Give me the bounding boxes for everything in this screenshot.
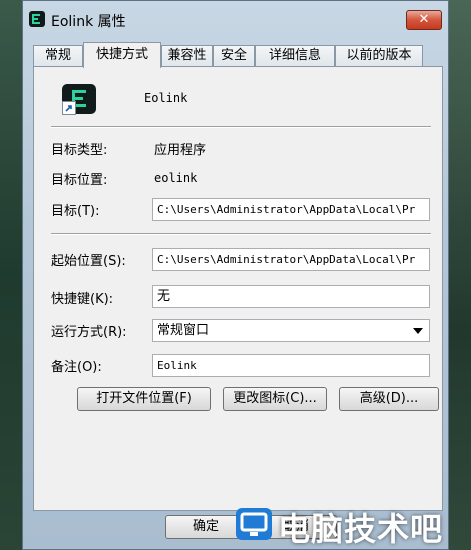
- comment-label: 备注(O):: [51, 360, 102, 375]
- tab-shortcut[interactable]: 快捷方式: [83, 42, 161, 68]
- chevron-down-icon: [413, 328, 423, 334]
- shortcut-arrow-icon: [62, 101, 76, 115]
- desktop-background-right: [449, 0, 471, 550]
- title-bar: Eolink 属性 ✕: [23, 1, 448, 37]
- comment-field[interactable]: Eolink: [152, 354, 430, 377]
- target-label: 目标(T):: [51, 204, 100, 219]
- open-file-location-button[interactable]: 打开文件位置(F): [77, 387, 211, 411]
- change-icon-button[interactable]: 更改图标(C)...: [223, 387, 327, 411]
- hotkey-label: 快捷键(K):: [51, 292, 114, 307]
- separator: [51, 233, 431, 235]
- eolink-app-icon: [29, 11, 45, 27]
- tab-general[interactable]: 常规: [33, 45, 83, 67]
- run-select[interactable]: 常规窗口: [152, 319, 430, 342]
- start-in-field[interactable]: C:\Users\Administrator\AppData\Local\Pr: [152, 248, 430, 271]
- site-watermark: 电脑技术吧: [236, 498, 471, 550]
- properties-dialog: Eolink 属性 ✕ 常规 快捷方式 兼容性 安全 详细信息 以前的版本 Eo…: [22, 0, 449, 550]
- run-selected-value: 常规窗口: [157, 323, 210, 338]
- tab-details[interactable]: 详细信息: [255, 45, 335, 67]
- tab-strip: 常规 快捷方式 兼容性 安全 详细信息 以前的版本: [33, 42, 443, 68]
- ok-button[interactable]: 确定: [165, 515, 247, 539]
- tab-compatibility[interactable]: 兼容性: [161, 45, 213, 67]
- window-title: Eolink 属性: [51, 14, 126, 30]
- hotkey-field[interactable]: 无: [152, 285, 430, 308]
- run-label: 运行方式(R):: [51, 325, 127, 340]
- target-type-label: 目标类型:: [51, 143, 108, 158]
- separator: [51, 126, 431, 128]
- shortcut-name: Eolink: [144, 91, 188, 105]
- target-location-value: eolink: [154, 171, 198, 185]
- watermark-text: 电脑技术吧: [278, 510, 444, 548]
- target-field[interactable]: C:\Users\Administrator\AppData\Local\Pr: [152, 198, 430, 221]
- target-location-label: 目标位置:: [51, 173, 108, 188]
- close-icon: ✕: [418, 12, 430, 27]
- tab-previous-versions[interactable]: 以前的版本: [335, 45, 423, 67]
- tab-security[interactable]: 安全: [213, 45, 255, 67]
- desktop-background-left: [0, 0, 22, 550]
- shortcut-tab-panel: Eolink 目标类型: 应用程序 目标位置: eolink 目标(T): C:…: [33, 66, 443, 511]
- start-in-label: 起始位置(S):: [51, 254, 126, 269]
- target-type-value: 应用程序: [154, 143, 207, 158]
- close-button[interactable]: ✕: [406, 10, 442, 30]
- advanced-button[interactable]: 高级(D)...: [339, 387, 439, 411]
- watermark-logo-icon: [236, 508, 272, 540]
